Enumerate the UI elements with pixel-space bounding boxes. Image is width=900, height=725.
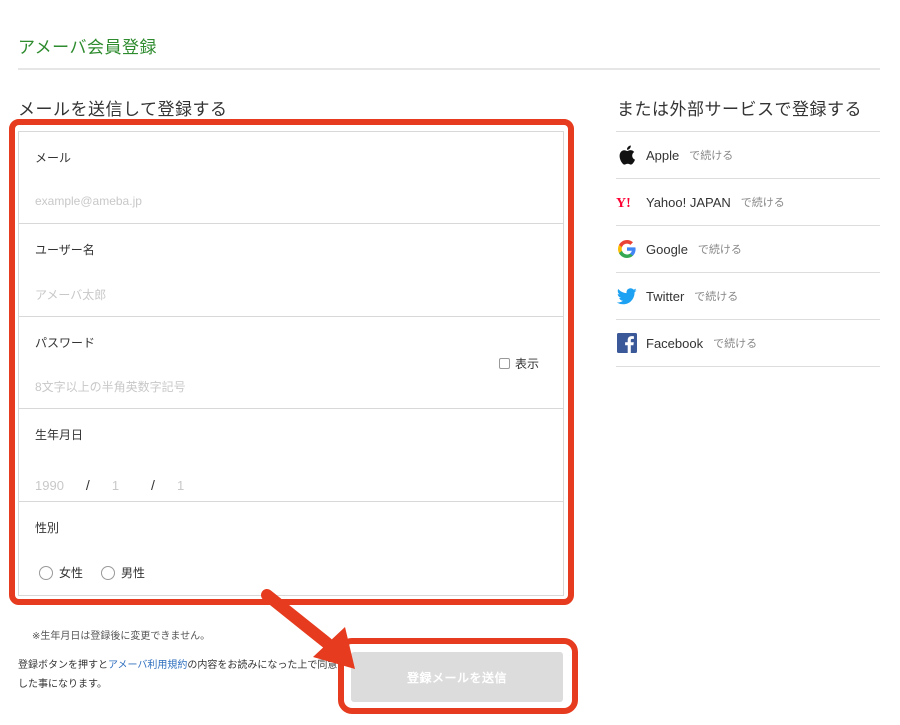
external-signup-heading: または外部サービスで登録する [617, 100, 862, 120]
show-password-toggle[interactable]: 表示 [498, 355, 539, 372]
birthday-label: 生年月日 [35, 428, 84, 442]
birthday-month-input[interactable]: 1 [112, 478, 119, 493]
yahoo-icon: Y! [616, 191, 638, 213]
password-label: パスワード [35, 336, 96, 350]
twitter-icon [616, 285, 638, 307]
gender-female-radio[interactable]: 女性 [39, 564, 83, 581]
yahoo-label: Yahoo! JAPAN [646, 194, 731, 210]
terms-link[interactable]: アメーバ利用規約 [108, 660, 187, 671]
gender-label: 性別 [35, 521, 60, 535]
twitter-signup-button[interactable]: Twitter で続ける [616, 273, 880, 320]
google-signup-button[interactable]: Google で続ける [616, 226, 880, 273]
apple-suffix: で続ける [689, 149, 734, 162]
yahoo-suffix: で続ける [740, 196, 785, 209]
gender-male-radio[interactable]: 男性 [101, 564, 145, 581]
username-field[interactable]: ユーザー名 アメーバ太郎 [19, 224, 563, 317]
birthday-note: ※生年月日は登録後に変更できません。 [32, 631, 211, 642]
date-separator: / [151, 477, 155, 493]
birthday-day-input[interactable]: 1 [177, 478, 184, 493]
facebook-signup-button[interactable]: Facebook で続ける [616, 320, 880, 367]
gender-female-label: 女性 [59, 566, 84, 580]
show-password-checkbox[interactable] [498, 358, 510, 369]
gender-field: 性別 女性 男性 [19, 502, 563, 595]
title-divider [18, 68, 880, 70]
gender-male-label: 男性 [121, 566, 146, 580]
birthday-year-input[interactable]: 1990 [35, 478, 64, 493]
yahoo-signup-button[interactable]: Y! Yahoo! JAPAN で続ける [616, 179, 880, 226]
social-signup-list: Apple で続ける Y! Yahoo! JAPAN で続ける Google で… [616, 131, 880, 367]
gender-options: 女性 男性 [39, 564, 145, 581]
email-label: メール [35, 151, 72, 165]
apple-icon [616, 144, 638, 166]
birthday-inputs: 1990 / 1 / 1 [35, 477, 184, 493]
twitter-suffix: で続ける [694, 290, 739, 303]
page-title: アメーバ会員登録 [18, 38, 157, 58]
registration-form: メール example@ameba.jp ユーザー名 アメーバ太郎 パスワード … [18, 131, 564, 596]
terms-prefix: 登録ボタンを押すと [18, 660, 108, 671]
password-input[interactable]: 8文字以上の半角英数字記号 [35, 378, 186, 395]
twitter-label: Twitter [646, 288, 685, 304]
username-label: ユーザー名 [35, 243, 95, 257]
google-suffix: で続ける [697, 243, 742, 256]
apple-label: Apple [646, 147, 680, 163]
email-input[interactable]: example@ameba.jp [35, 194, 142, 208]
radio-circle[interactable] [101, 565, 116, 580]
google-label: Google [646, 241, 688, 257]
facebook-label: Facebook [646, 335, 704, 351]
terms-text: 登録ボタンを押すとアメーバ利用規約の内容をお読みになった上で同意した事になります… [18, 656, 338, 694]
google-icon [616, 238, 638, 260]
show-password-label: 表示 [514, 357, 539, 371]
submit-button[interactable]: 登録メールを送信 [351, 652, 563, 702]
email-field[interactable]: メール example@ameba.jp [19, 132, 563, 224]
radio-circle[interactable] [39, 565, 53, 580]
facebook-icon [616, 332, 638, 354]
username-input[interactable]: アメーバ太郎 [35, 286, 106, 303]
apple-signup-button[interactable]: Apple で続ける [616, 132, 880, 179]
email-signup-heading: メールを送信して登録する [18, 100, 228, 120]
facebook-suffix: で続ける [713, 337, 758, 350]
birthday-field: 生年月日 1990 / 1 / 1 [19, 409, 563, 502]
svg-text:Y!: Y! [616, 196, 631, 209]
password-field[interactable]: パスワード 表示 8文字以上の半角英数字記号 [19, 317, 563, 409]
date-separator: / [85, 477, 90, 493]
